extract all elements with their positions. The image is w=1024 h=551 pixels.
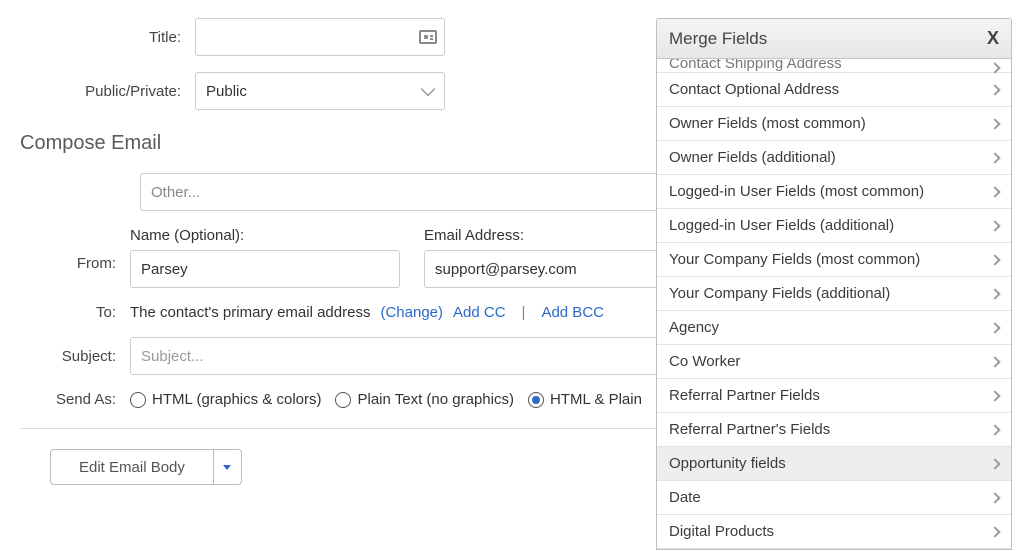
- chevron-right-icon: [989, 254, 1000, 265]
- merge-field-item[interactable]: Owner Fields (additional): [657, 141, 1011, 175]
- add-bcc-link[interactable]: Add BCC: [541, 304, 604, 321]
- sendas-html-radio[interactable]: HTML (graphics & colors): [130, 391, 321, 408]
- merge-field-item[interactable]: Your Company Fields (additional): [657, 277, 1011, 311]
- title-label: Title:: [20, 29, 195, 46]
- from-email-input[interactable]: [424, 250, 694, 288]
- merge-field-label: Agency: [669, 319, 719, 336]
- title-input[interactable]: [195, 18, 445, 56]
- merge-fields-title: Merge Fields: [669, 29, 767, 49]
- chevron-right-icon: [989, 220, 1000, 231]
- merge-field-label: Date: [669, 489, 701, 506]
- close-icon[interactable]: X: [987, 28, 999, 49]
- chevron-right-icon: [989, 356, 1000, 367]
- radio-icon: [528, 392, 544, 408]
- other-select-value: Other...: [151, 184, 200, 201]
- merge-field-item[interactable]: Contact Shipping Address: [657, 59, 1011, 73]
- merge-field-item[interactable]: Contact Optional Address: [657, 73, 1011, 107]
- from-label: From:: [20, 227, 130, 272]
- chevron-right-icon: [989, 526, 1000, 537]
- other-select[interactable]: Other...: [140, 173, 700, 211]
- subject-label: Subject:: [20, 348, 130, 365]
- merge-field-item[interactable]: Your Company Fields (most common): [657, 243, 1011, 277]
- subject-input[interactable]: [130, 337, 700, 375]
- edit-email-body-dropdown[interactable]: [213, 450, 241, 484]
- merge-field-label: Digital Products: [669, 523, 774, 540]
- add-cc-link[interactable]: Add CC: [453, 304, 506, 321]
- triangle-down-icon: [223, 465, 231, 470]
- merge-fields-header: Merge Fields X: [657, 19, 1011, 59]
- name-optional-label: Name (Optional):: [130, 227, 400, 244]
- compose-email-heading: Compose Email: [20, 132, 700, 155]
- chevron-right-icon: [989, 62, 1000, 73]
- merge-field-item[interactable]: Agency: [657, 311, 1011, 345]
- chevron-right-icon: [989, 492, 1000, 503]
- merge-fields-list: Contact Shipping Address Contact Optional…: [657, 59, 1011, 549]
- chevron-right-icon: [989, 118, 1000, 129]
- chevron-right-icon: [989, 152, 1000, 163]
- merge-field-item[interactable]: Co Worker: [657, 345, 1011, 379]
- id-card-icon: [419, 30, 437, 44]
- sendas-both-radio[interactable]: HTML & Plain: [528, 391, 642, 408]
- chevron-right-icon: [989, 288, 1000, 299]
- merge-field-label: Opportunity fields: [669, 455, 786, 472]
- divider: |: [516, 304, 532, 321]
- to-label: To:: [20, 304, 130, 321]
- chevron-right-icon: [989, 424, 1000, 435]
- merge-field-label: Logged-in User Fields (additional): [669, 217, 894, 234]
- chevron-right-icon: [989, 322, 1000, 333]
- merge-fields-panel: Merge Fields X Contact Shipping AddressC…: [656, 18, 1012, 550]
- merge-field-label: Contact Shipping Address: [669, 59, 842, 72]
- merge-field-label: Contact Optional Address: [669, 81, 839, 98]
- divider-line: [20, 428, 700, 429]
- merge-field-label: Owner Fields (most common): [669, 115, 866, 132]
- merge-field-label: Referral Partner Fields: [669, 387, 820, 404]
- email-address-label: Email Address:: [424, 227, 694, 244]
- public-private-value: Public: [206, 83, 247, 100]
- chevron-right-icon: [989, 84, 1000, 95]
- sendas-plain-radio[interactable]: Plain Text (no graphics): [335, 391, 513, 408]
- merge-field-item[interactable]: Referral Partner Fields: [657, 379, 1011, 413]
- merge-field-item[interactable]: Logged-in User Fields (most common): [657, 175, 1011, 209]
- sendas-both-label: HTML & Plain: [550, 391, 642, 408]
- merge-field-item[interactable]: Digital Products: [657, 515, 1011, 549]
- merge-field-item[interactable]: Date: [657, 481, 1011, 515]
- from-name-input[interactable]: [130, 250, 400, 288]
- edit-email-body-button[interactable]: Edit Email Body: [50, 449, 242, 485]
- merge-field-item[interactable]: Logged-in User Fields (additional): [657, 209, 1011, 243]
- merge-field-item[interactable]: Owner Fields (most common): [657, 107, 1011, 141]
- public-private-select[interactable]: Public: [195, 72, 445, 110]
- chevron-right-icon: [989, 186, 1000, 197]
- merge-field-label: Referral Partner's Fields: [669, 421, 830, 438]
- sendas-label: Send As:: [20, 391, 130, 408]
- merge-field-item[interactable]: Opportunity fields: [657, 447, 1011, 481]
- merge-field-item[interactable]: Referral Partner's Fields: [657, 413, 1011, 447]
- sendas-html-label: HTML (graphics & colors): [152, 391, 321, 408]
- merge-field-label: Logged-in User Fields (most common): [669, 183, 924, 200]
- sendas-plain-label: Plain Text (no graphics): [357, 391, 513, 408]
- edit-email-body-label: Edit Email Body: [51, 450, 213, 484]
- to-value: The contact's primary email address: [130, 304, 370, 321]
- change-link[interactable]: (Change): [380, 304, 443, 321]
- merge-field-label: Your Company Fields (additional): [669, 285, 890, 302]
- chevron-right-icon: [989, 390, 1000, 401]
- radio-icon: [130, 392, 146, 408]
- radio-icon: [335, 392, 351, 408]
- public-private-label: Public/Private:: [20, 83, 195, 100]
- merge-field-label: Your Company Fields (most common): [669, 251, 920, 268]
- merge-field-label: Co Worker: [669, 353, 740, 370]
- merge-field-label: Owner Fields (additional): [669, 149, 836, 166]
- chevron-right-icon: [989, 458, 1000, 469]
